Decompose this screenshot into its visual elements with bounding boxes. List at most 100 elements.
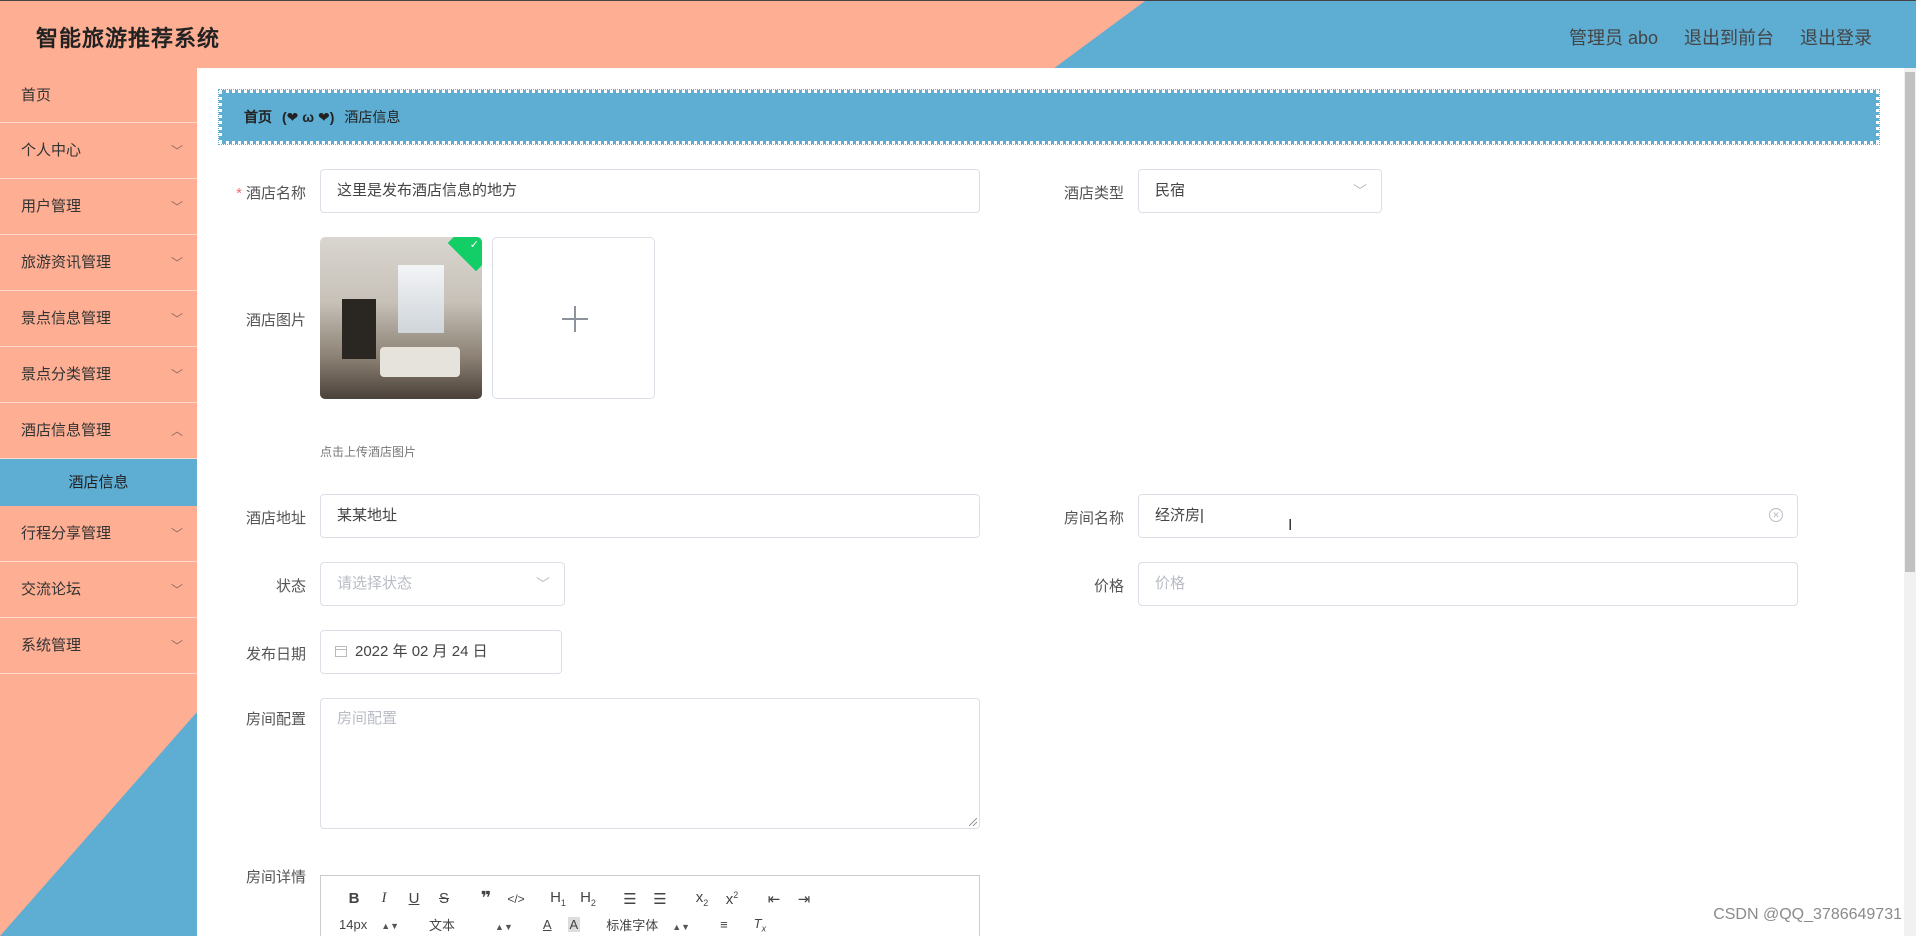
font-color-icon[interactable]: A <box>543 917 552 932</box>
sidebar-item-label: 交流论坛 <box>21 581 82 598</box>
logout-link[interactable]: 退出登录 <box>1800 24 1872 50</box>
subscript-icon[interactable]: x2 <box>687 889 717 908</box>
page-scrollbar[interactable] <box>1904 68 1916 936</box>
image-upload-button[interactable] <box>492 237 655 399</box>
chevron-down-icon: ﹀ <box>170 144 183 158</box>
chevron-down-icon: ﹀ <box>170 527 183 541</box>
editor-toolbar-row2: 14px ▲▼ 文本 ▲▼ A A 标准字体 ▲▼ ≡ Tx <box>339 915 796 934</box>
chevron-down-icon: ﹀ <box>170 256 183 270</box>
status-placeholder: 请选择状态 <box>337 575 413 592</box>
sidebar-item-label: 行程分享管理 <box>21 525 112 542</box>
underline-icon[interactable]: U <box>399 890 429 907</box>
italic-icon[interactable]: I <box>369 890 399 907</box>
admin-user-link[interactable]: 管理员 abo <box>1569 24 1658 50</box>
text-type-picker[interactable]: 文本 ▲▼ <box>429 915 513 934</box>
sidebar-item-label: 系统管理 <box>21 637 82 654</box>
sidebar-item-label: 酒店信息管理 <box>21 422 112 439</box>
font-family-picker[interactable]: 标准字体 ▲▼ <box>606 915 690 934</box>
hotel-image-thumbnail[interactable]: ✓ <box>320 237 482 399</box>
hotel-type-value: 民宿 <box>1155 182 1186 199</box>
plus-icon-vertical <box>574 306 576 332</box>
room-detail-label: 房间详情 <box>245 869 306 886</box>
publish-date-value: 2022 年 02 月 24 日 <box>355 643 488 660</box>
sidebar-item-label: 景点分类管理 <box>21 366 112 383</box>
sidebar-item-scenic-info[interactable]: 景点信息管理 ﹀ <box>0 291 197 347</box>
blockquote-icon[interactable]: ❞ <box>471 888 501 909</box>
align-icon[interactable]: ≡ <box>720 917 728 932</box>
sidebar-item-personal-center[interactable]: 个人中心 ﹀ <box>0 123 197 179</box>
check-icon: ✓ <box>469 239 479 251</box>
clear-icon[interactable]: ✕ <box>1769 508 1783 522</box>
bullet-list-icon[interactable]: ☰ <box>645 890 675 908</box>
hotel-type-select[interactable]: 民宿 ﹀ <box>1138 169 1382 213</box>
font-size-picker[interactable]: 14px ▲▼ <box>339 917 399 932</box>
hotel-name-label: * 酒店名称 <box>236 185 306 202</box>
breadcrumb-current: 酒店信息 <box>344 109 401 125</box>
sidebar-item-label: 个人中心 <box>21 142 82 159</box>
watermark: CSDN @QQ_3786649731 <box>1713 906 1902 923</box>
breadcrumb: 首页 (❤ ω ❤) 酒店信息 <box>218 89 1880 145</box>
top-header: 智能旅游推荐系统 管理员 abo 退出到前台 退出登录 <box>0 0 1916 68</box>
sidebar-item-scenic-category[interactable]: 景点分类管理 ﹀ <box>0 347 197 403</box>
resize-handle[interactable] <box>969 818 977 826</box>
app-title: 智能旅游推荐系统 <box>36 26 221 51</box>
publish-date-label: 发布日期 <box>245 646 306 663</box>
status-select[interactable]: 请选择状态 ﹀ <box>320 562 565 606</box>
upload-hint: 点击上传酒店图片 <box>320 445 417 459</box>
header1-icon[interactable]: H1 <box>543 889 573 908</box>
price-label: 价格 <box>1093 578 1124 595</box>
sidebar-item-label: 首页 <box>21 87 52 104</box>
calendar-icon <box>335 646 347 657</box>
bold-icon[interactable]: B <box>339 890 369 907</box>
sidebar-item-travel-news[interactable]: 旅游资讯管理 ﹀ <box>0 235 197 291</box>
sidebar-item-label: 景点信息管理 <box>21 310 112 327</box>
code-block-icon[interactable]: </> <box>501 892 531 906</box>
publish-date-picker[interactable]: 2022 年 02 月 24 日 <box>320 630 562 674</box>
sidebar-item-label: 用户管理 <box>21 198 82 215</box>
sidebar-item-home[interactable]: 首页 <box>0 68 197 123</box>
chevron-down-icon: ﹀ <box>170 200 183 214</box>
sidebar-item-label: 旅游资讯管理 <box>21 254 112 271</box>
sidebar-subitem-hotel-info[interactable]: 酒店信息 <box>0 459 197 506</box>
room-config-label: 房间配置 <box>245 711 306 728</box>
clear-format-icon[interactable]: Tx <box>754 916 766 934</box>
sidebar-item-hotel-management[interactable]: 酒店信息管理 ︿ <box>0 403 197 459</box>
chevron-down-icon: ﹀ <box>170 583 183 597</box>
room-name-value: 经济房 <box>1155 507 1201 524</box>
back-to-front-link[interactable]: 退出到前台 <box>1684 24 1774 50</box>
sidebar-item-trip-share[interactable]: 行程分享管理 ﹀ <box>0 506 197 562</box>
ordered-list-icon[interactable]: ☰ <box>615 890 645 908</box>
indent-icon[interactable]: ⇥ <box>789 890 819 908</box>
strikethrough-icon[interactable]: S <box>429 890 459 907</box>
sidebar: 首页 个人中心 ﹀ 用户管理 ﹀ 旅游资讯管理 ﹀ 景点信息管理 ﹀ 景点分类管理 ﹀ 酒… <box>0 68 197 936</box>
image-sofa <box>380 347 460 377</box>
breadcrumb-separator: (❤ ω ❤) <box>282 108 335 125</box>
header-links: 管理员 abo 退出到前台 退出登录 <box>1569 24 1872 50</box>
chevron-down-icon: ﹀ <box>170 312 183 326</box>
outdent-icon[interactable]: ⇤ <box>759 890 789 908</box>
image-window <box>398 265 444 333</box>
scrollbar-thumb[interactable] <box>1905 72 1915 572</box>
hotel-name-input[interactable]: 这里是发布酒店信息的地方 <box>320 169 980 213</box>
rich-text-editor[interactable]: B I U S ❞ </> H1 H2 ☰ ☰ x2 x2 ⇤ ⇥ 14px ▲▼… <box>320 875 980 936</box>
chevron-up-icon: ︿ <box>170 424 183 438</box>
room-config-textarea[interactable]: 房间配置 <box>320 698 980 829</box>
breadcrumb-home[interactable]: 首页 <box>244 107 272 127</box>
hotel-address-input[interactable]: 某某地址 <box>320 494 980 538</box>
sidebar-blue-corner <box>0 712 197 936</box>
text-cursor-icon: I <box>1288 517 1293 534</box>
sidebar-item-forum[interactable]: 交流论坛 ﹀ <box>0 562 197 618</box>
chevron-down-icon: ﹀ <box>170 368 183 382</box>
chevron-down-icon: ﹀ <box>536 576 550 592</box>
sidebar-item-system[interactable]: 系统管理 ﹀ <box>0 618 197 674</box>
header2-icon[interactable]: H2 <box>573 889 603 908</box>
sidebar-item-user-management[interactable]: 用户管理 ﹀ <box>0 179 197 235</box>
hotel-image-label: 酒店图片 <box>245 312 306 329</box>
room-name-label: 房间名称 <box>1063 510 1124 527</box>
room-name-input[interactable]: 经济房| ✕ <box>1138 494 1798 538</box>
price-input[interactable]: 价格 <box>1138 562 1798 606</box>
image-tv <box>342 299 376 359</box>
hotel-address-label: 酒店地址 <box>245 510 306 527</box>
superscript-icon[interactable]: x2 <box>717 890 747 908</box>
background-color-icon[interactable]: A <box>567 917 581 932</box>
